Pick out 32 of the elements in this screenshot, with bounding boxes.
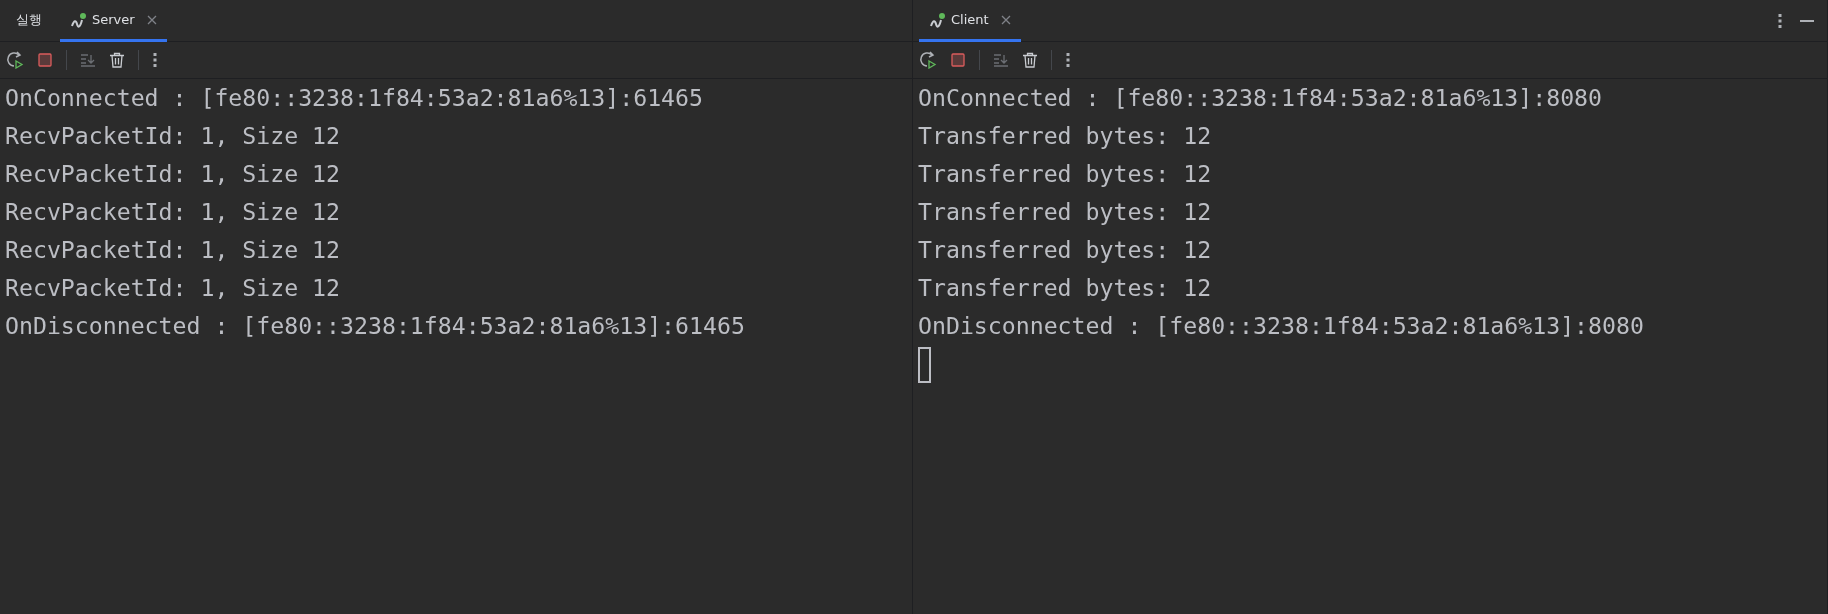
more-options-icon[interactable] (1065, 52, 1071, 68)
console-line: RecvPacketId: 1, Size 12 (5, 235, 342, 265)
scroll-to-end-icon[interactable] (80, 52, 96, 68)
console-line: Transferred bytes: 12 (918, 273, 1213, 303)
stop-icon[interactable] (37, 52, 53, 68)
console-line: RecvPacketId: 1, Size 12 (5, 121, 342, 151)
rerun-icon[interactable] (919, 51, 937, 69)
console-line: RecvPacketId: 1, Size 12 (5, 197, 342, 227)
console-line: Transferred bytes: 12 (918, 197, 1213, 227)
console-line: OnConnected : [fe80::3238:1f84:53a2:81a6%13]:8080 (918, 83, 1604, 113)
console-line: OnConnected : [fe80::3238:1f84:53a2:81a6%13]:61465 (5, 83, 704, 113)
delete-icon[interactable] (1022, 52, 1038, 68)
run-config-icon (929, 11, 945, 28)
console-line: RecvPacketId: 1, Size 12 (5, 273, 342, 303)
more-options-icon[interactable] (152, 52, 158, 68)
scroll-to-end-icon[interactable] (993, 52, 1009, 68)
console-line: Transferred bytes: 12 (918, 235, 1213, 265)
close-icon[interactable] (1000, 14, 1011, 25)
tab[interactable]: 실행 (6, 0, 52, 42)
console-line: Transferred bytes: 12 (918, 159, 1213, 189)
console-line: RecvPacketId: 1, Size 12 (5, 159, 342, 189)
close-icon[interactable] (146, 14, 157, 25)
console-line: OnDisconnected : [fe80::3238:1f84:53a2:81a6%13]:8080 (918, 311, 1645, 341)
rerun-icon[interactable] (6, 51, 24, 69)
stop-icon[interactable] (950, 52, 966, 68)
more-options-icon[interactable] (1777, 12, 1783, 29)
tab[interactable]: Server (60, 0, 167, 42)
delete-icon[interactable] (109, 52, 125, 68)
console-line: Transferred bytes: 12 (918, 121, 1213, 151)
console-line: OnDisconnected : [fe80::3238:1f84:53a2:81a6%13]:61465 (5, 311, 746, 341)
tab[interactable]: Client (919, 0, 1021, 42)
run-config-icon (70, 11, 86, 28)
